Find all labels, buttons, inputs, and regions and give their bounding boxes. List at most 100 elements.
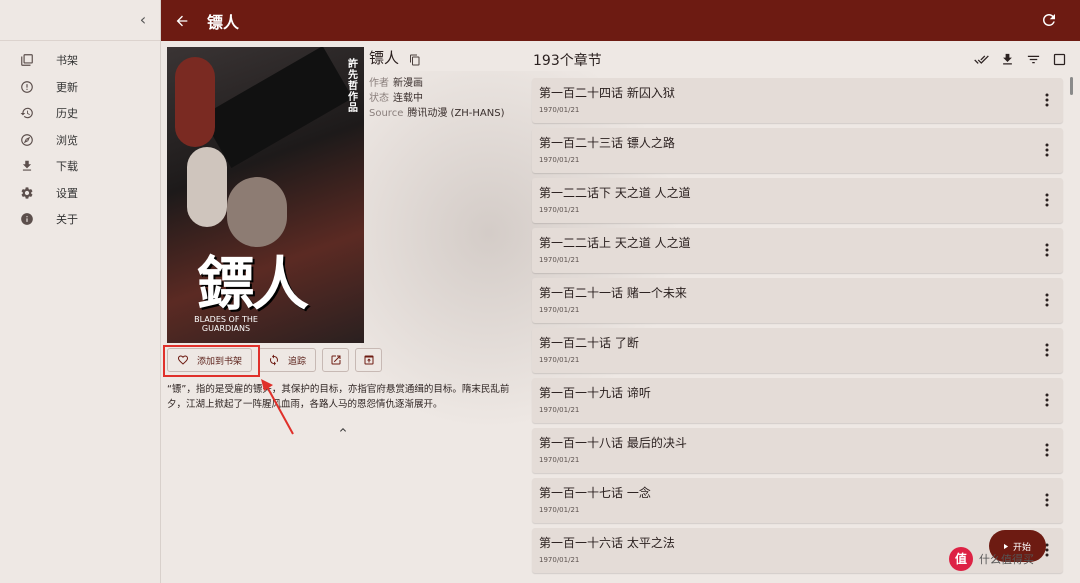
- chapter-date: 1970/01/21: [539, 306, 580, 314]
- more-vert-icon[interactable]: [1045, 242, 1049, 257]
- chapter-row[interactable]: 第一百一十八话 最后的决斗 1970/01/21: [532, 428, 1063, 473]
- sidebar-item-label: 关于: [56, 213, 78, 227]
- arrow-back-icon: [176, 15, 188, 26]
- chapter-date: 1970/01/21: [539, 206, 580, 214]
- chapter-date: 1970/01/21: [539, 506, 580, 514]
- chapter-title: 第一百一十八话 最后的决斗: [539, 436, 687, 450]
- status-value: 连载中: [393, 93, 423, 104]
- cover-art-hat: [201, 47, 353, 168]
- watermark-text: 什么值得买: [979, 553, 1034, 566]
- author-row: 作者 新漫画: [369, 78, 423, 89]
- expand-description-button[interactable]: [337, 421, 349, 433]
- library-icon: [21, 54, 33, 67]
- refresh-button[interactable]: [1040, 11, 1058, 29]
- sidebar-item-library[interactable]: 书架: [0, 47, 160, 74]
- open-external-icon: [331, 355, 341, 365]
- cover-title: 鏢人: [197, 250, 309, 318]
- more-vert-icon[interactable]: [1045, 292, 1049, 307]
- cover-author: 許先哲作品: [348, 59, 358, 114]
- watermark: 值 什么值得买: [949, 546, 1080, 572]
- sidebar-item-label: 浏览: [56, 133, 78, 147]
- info-icon: [21, 213, 33, 226]
- chapter-row[interactable]: 第一二二话上 天之道 人之道 1970/01/21: [532, 228, 1063, 273]
- chapter-title: 第一二二话下 天之道 人之道: [539, 186, 691, 200]
- more-vert-icon[interactable]: [1045, 392, 1049, 407]
- sync-icon: [270, 354, 279, 366]
- chapter-list: 第一百二十四话 新囚入狱 1970/01/21 第一百二十三话 镖人之路 1970/…: [532, 78, 1063, 578]
- chapter-title: 第一二二话上 天之道 人之道: [539, 236, 691, 250]
- chapter-title: 第一百一十九话 谛听: [539, 386, 651, 400]
- add-to-library-button[interactable]: 添加到书架: [163, 345, 260, 377]
- download-icon: [22, 161, 32, 171]
- sidebar-item-label: 书架: [56, 54, 78, 68]
- chapter-title: 第一百二十四话 新囚入狱: [539, 86, 675, 100]
- alert-circle-icon: [21, 80, 33, 93]
- more-vert-icon[interactable]: [1045, 442, 1049, 457]
- chevron-up-icon: [340, 428, 346, 432]
- swap-box-icon: [364, 355, 374, 365]
- manga-title-row: 镖人: [369, 47, 519, 68]
- chevron-left-icon[interactable]: ‹: [135, 10, 151, 30]
- sidebar-item-label: 历史: [56, 107, 78, 121]
- manga-info: 镖人 作者 新漫画 状态 连载中 Source 腾讯动漫 (ZH-HANS): [369, 47, 519, 121]
- chapter-row[interactable]: 第一百一十九话 谛听 1970/01/21: [532, 378, 1063, 423]
- migrate-button[interactable]: [355, 348, 383, 372]
- manga-meta: 作者 新漫画 状态 连载中 Source 腾讯动漫 (ZH-HANS): [369, 76, 519, 121]
- more-vert-icon[interactable]: [1045, 92, 1049, 107]
- cover-art-figure: [175, 57, 215, 147]
- open-in-browser-button[interactable]: [322, 348, 350, 372]
- download-icon[interactable]: [1000, 52, 1015, 67]
- chapter-date: 1970/01/21: [539, 256, 580, 264]
- sidebar-nav: 书架 更新 历史 浏览 下载 设置 关于: [0, 47, 160, 233]
- mark-all-read-icon[interactable]: [974, 52, 989, 67]
- chapter-date: 1970/01/21: [539, 106, 580, 114]
- chapter-row[interactable]: 第一百二十三话 镖人之路 1970/01/21: [532, 128, 1063, 173]
- chapters-header: 193个章节: [533, 49, 1067, 71]
- status-row: 状态 连载中: [369, 93, 423, 104]
- more-vert-icon[interactable]: [1045, 142, 1049, 157]
- more-vert-icon[interactable]: [1045, 192, 1049, 207]
- chapter-date: 1970/01/21: [539, 406, 580, 414]
- sidebar-header: ‹: [0, 0, 160, 41]
- more-vert-icon[interactable]: [1045, 492, 1049, 507]
- chapter-row[interactable]: 第一百二十四话 新囚入狱 1970/01/21: [532, 78, 1063, 123]
- author-value: 新漫画: [393, 78, 423, 89]
- sidebar-item-updates[interactable]: 更新: [0, 74, 160, 101]
- chapter-title: 第一百二十一话 赌一个未来: [539, 286, 687, 300]
- sidebar-item-settings[interactable]: 设置: [0, 180, 160, 207]
- chapter-date: 1970/01/21: [539, 456, 580, 464]
- filter-icon[interactable]: [1026, 52, 1041, 67]
- back-button[interactable]: [173, 12, 191, 30]
- chapter-row[interactable]: 第一百二十一话 赌一个未来 1970/01/21: [532, 278, 1063, 323]
- sidebar-item-downloads[interactable]: 下载: [0, 153, 160, 180]
- more-vert-icon[interactable]: [1045, 342, 1049, 357]
- highlight-box: [163, 345, 260, 377]
- tracking-button[interactable]: 追踪: [258, 348, 317, 372]
- page-title: 镖人: [207, 12, 240, 32]
- chapter-toolbar: [974, 52, 1067, 67]
- chapter-title: 第一百二十三话 镖人之路: [539, 136, 675, 150]
- chapter-title: 第一百二十话 了断: [539, 336, 639, 350]
- sidebar-item-label: 设置: [56, 186, 78, 200]
- scrollbar-thumb[interactable]: [1070, 77, 1073, 95]
- chapter-row[interactable]: 第一百二十话 了断 1970/01/21: [532, 328, 1063, 373]
- source-row: Source 腾讯动漫 (ZH-HANS): [369, 108, 505, 119]
- cover-image[interactable]: 許先哲作品 鏢人 BLADES OF THE GUARDIANS: [167, 47, 364, 343]
- sidebar-item-about[interactable]: 关于: [0, 206, 160, 233]
- chapter-count: 193个章节: [533, 53, 602, 69]
- manga-title: 镖人: [369, 49, 400, 67]
- chapter-date: 1970/01/21: [539, 156, 580, 164]
- sidebar-item-browse[interactable]: 浏览: [0, 127, 160, 154]
- refresh-icon: [1043, 13, 1055, 26]
- source-value: 腾讯动漫 (ZH-HANS): [407, 108, 505, 119]
- manga-description: “镖”，指的是受雇的镖夫，其保护的目标，亦指官府悬赏通缉的目标。隋末民乱前夕，江…: [167, 384, 510, 410]
- select-checkbox-icon[interactable]: [1052, 52, 1067, 67]
- chapter-row[interactable]: 第一二二话下 天之道 人之道 1970/01/21: [532, 178, 1063, 223]
- annotation-arrow: [261, 379, 294, 435]
- chapter-title: 第一百一十七话 一念: [539, 486, 651, 500]
- action-bar: 添加到书架 追踪: [163, 345, 383, 377]
- sidebar-item-history[interactable]: 历史: [0, 100, 160, 127]
- copy-icon[interactable]: [409, 52, 421, 65]
- chapter-row[interactable]: 第一百一十七话 一念 1970/01/21: [532, 478, 1063, 523]
- sidebar: ‹ 书架 更新 历史 浏览 下载 设置 关于: [0, 0, 161, 583]
